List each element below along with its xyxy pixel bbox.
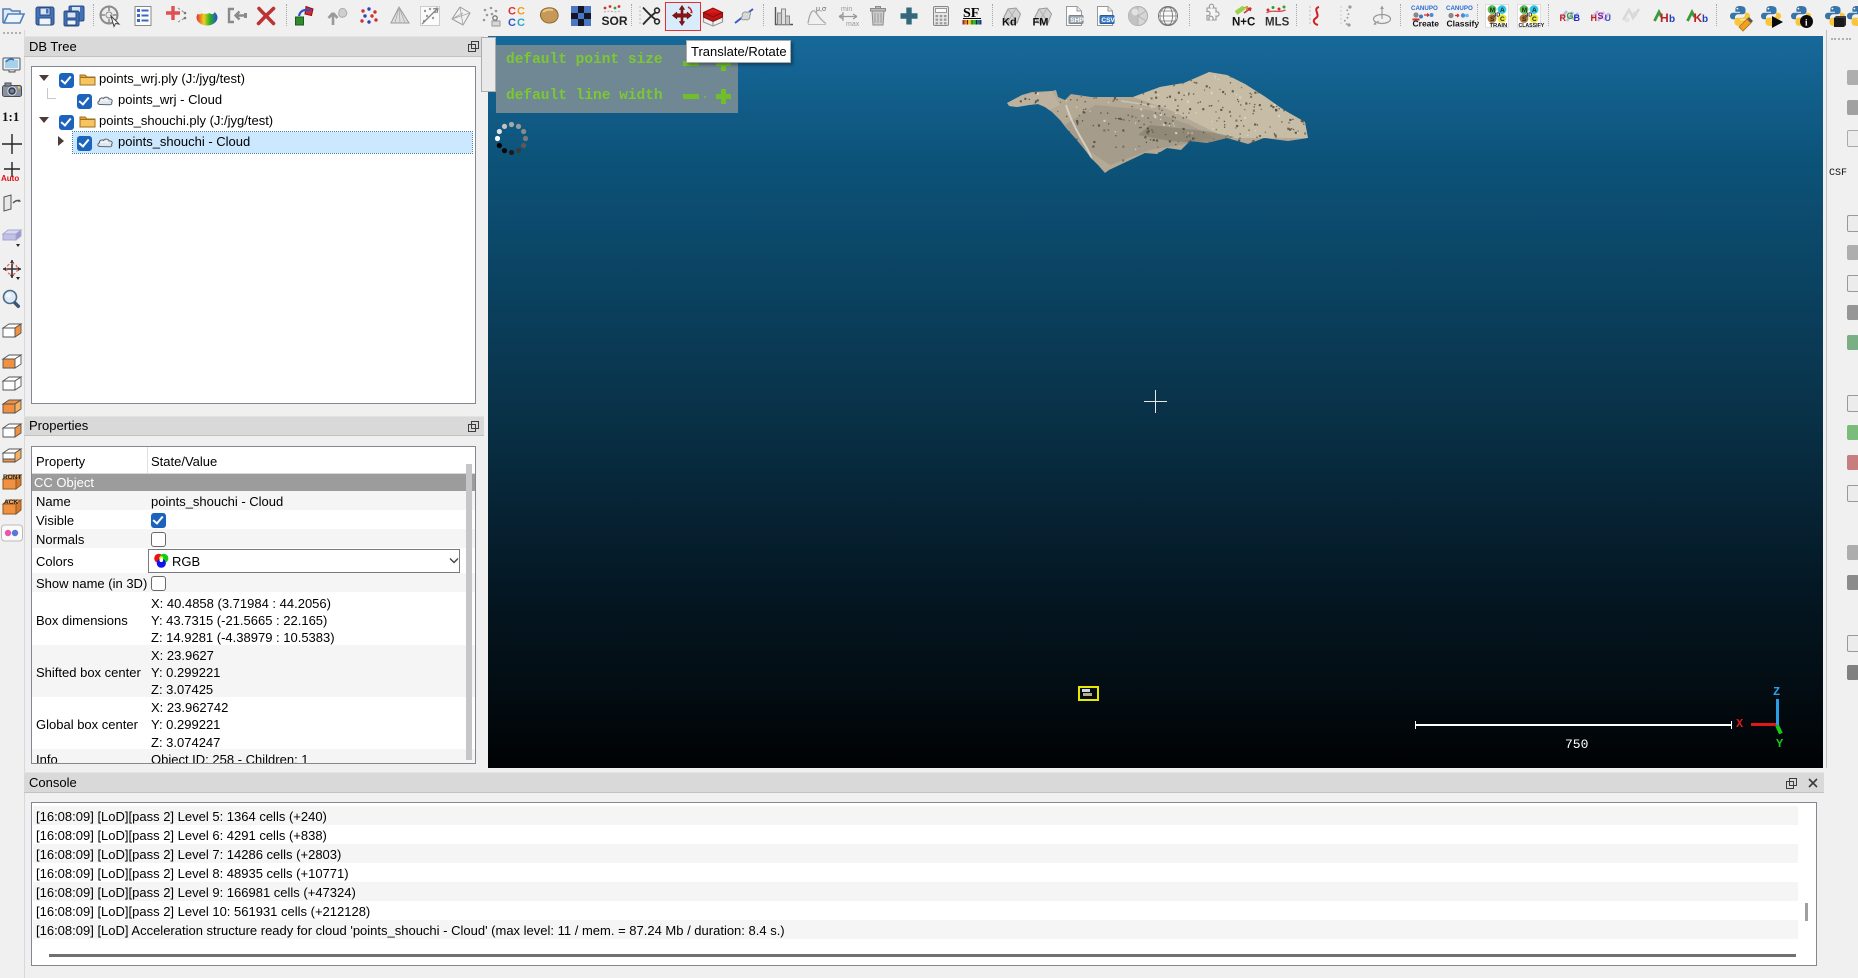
- svg-text:μ,σ: μ,σ: [816, 6, 827, 13]
- svg-text:Classify: Classify: [1447, 19, 1480, 29]
- svg-text:N+C: N+C: [1232, 17, 1255, 29]
- svg-text:C: C: [508, 6, 516, 18]
- svg-text:C: C: [1500, 16, 1505, 23]
- svg-text:MLS: MLS: [1265, 17, 1290, 29]
- svg-text:TRAIN: TRAIN: [1490, 23, 1508, 29]
- svg-text:C: C: [517, 17, 525, 29]
- svg-text:H: H: [1591, 13, 1598, 23]
- svg-text:U: U: [1605, 13, 1612, 23]
- svg-text:A: A: [1500, 7, 1505, 14]
- svg-text:FM: FM: [1033, 17, 1049, 29]
- svg-text:3D: 3D: [1493, 13, 1500, 19]
- svg-text:CANUPO: CANUPO: [1446, 5, 1473, 12]
- svg-text:1:1: 1:1: [2, 109, 19, 124]
- svg-text:3D: 3D: [1525, 13, 1532, 19]
- svg-text:b: b: [1702, 14, 1708, 25]
- svg-text:R: R: [1560, 13, 1567, 23]
- svg-text:min: min: [841, 6, 852, 13]
- svg-text:SOR: SOR: [602, 14, 628, 28]
- svg-text:C: C: [517, 6, 525, 18]
- svg-text:A: A: [1532, 7, 1537, 14]
- svg-text:CSV: CSV: [1101, 17, 1115, 24]
- svg-text:S: S: [1598, 11, 1604, 21]
- svg-text:C: C: [508, 17, 516, 29]
- svg-text:B: B: [1574, 13, 1581, 23]
- svg-text:Auto: Auto: [1, 174, 19, 183]
- svg-text:H: H: [1660, 11, 1669, 25]
- svg-text:max: max: [846, 21, 860, 28]
- svg-text:Create: Create: [1413, 19, 1440, 29]
- svg-text:b: b: [1669, 14, 1675, 25]
- svg-text:CANUPO: CANUPO: [1411, 5, 1438, 12]
- svg-text:ACK: ACK: [4, 499, 18, 506]
- svg-text:G: G: [1567, 11, 1574, 21]
- svg-text:Kd: Kd: [1002, 17, 1017, 29]
- svg-text:C: C: [1532, 16, 1537, 23]
- svg-text:CLASSIFY: CLASSIFY: [1519, 23, 1545, 29]
- svg-text:RONT: RONT: [3, 474, 21, 481]
- svg-text:SHP: SHP: [1070, 17, 1084, 24]
